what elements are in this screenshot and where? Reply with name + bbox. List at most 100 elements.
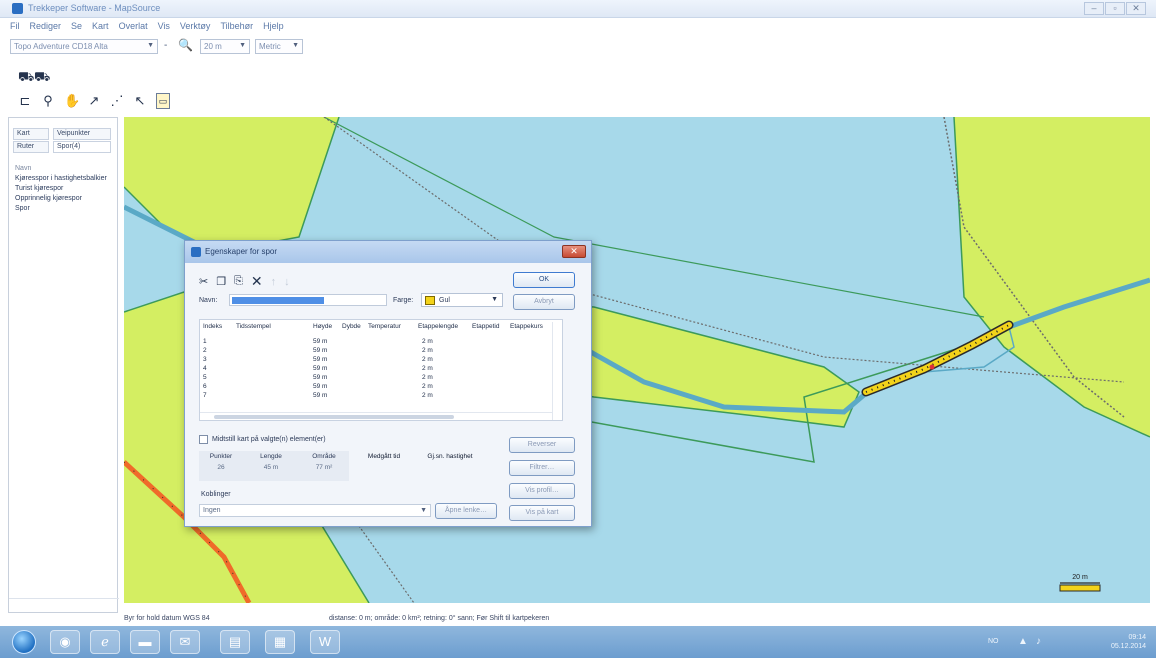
table-horizontal-scrollbar[interactable] (200, 412, 552, 420)
tab-tracks[interactable]: Spor(4) (53, 141, 111, 153)
filter-button[interactable]: Filtrer… (509, 460, 575, 476)
table-vertical-scrollbar[interactable] (552, 322, 561, 420)
zoom-tool-icon[interactable]: ⚲ (41, 94, 55, 108)
receive-from-device-icon[interactable]: ⛟ (18, 70, 34, 84)
language-indicator[interactable]: NO (988, 638, 999, 645)
mapsource-icon[interactable]: ▦ (265, 630, 295, 654)
menu-show[interactable]: Vis (158, 21, 170, 31)
table-row[interactable]: 3 59 m 2 m (200, 356, 540, 365)
panel-horizontal-scrollbar[interactable] (9, 598, 119, 612)
clock[interactable]: 09:14 05.12.2014 (1111, 633, 1146, 651)
menu-help[interactable]: Hjelp (263, 21, 284, 31)
trackpoint-table[interactable]: Indeks Tidsstempel Høyde Dybde Temperatu… (199, 319, 563, 421)
table-row[interactable]: 5 59 m 2 m (200, 374, 540, 383)
reverse-button[interactable]: Reverser (509, 437, 575, 453)
network-icon[interactable]: ▲ (1018, 636, 1028, 647)
table-row[interactable]: 4 59 m 2 m (200, 365, 540, 374)
list-item[interactable]: Opprinnelig kjørespor (15, 194, 115, 204)
tab-routes[interactable]: Ruter (13, 141, 49, 153)
cell-leg-length: 2 m (422, 338, 433, 345)
select-tool-icon[interactable]: ⊏ (18, 94, 32, 108)
track-name-input[interactable] (229, 294, 387, 306)
list-item[interactable]: Spor (15, 204, 115, 214)
column-header-index[interactable]: Indeks (203, 323, 222, 330)
menu-view[interactable]: Se (71, 21, 82, 31)
column-header-leg-length[interactable]: Etappelengde (418, 323, 458, 330)
explorer-icon[interactable]: ▬ (130, 630, 160, 654)
cell-height: 59 m (313, 383, 328, 390)
open-link-button[interactable]: Åpne lenke… (435, 503, 497, 519)
track-tool-icon[interactable]: ⋰ (110, 94, 124, 108)
column-header-temperature[interactable]: Temperatur (368, 323, 401, 330)
show-on-map-button[interactable]: Vis på kart (509, 505, 575, 521)
minimize-button[interactable]: – (1084, 2, 1104, 15)
color-label: Farge: (393, 297, 414, 304)
copy-icon[interactable]: ❐ (216, 275, 226, 288)
points-label: Punkter (209, 453, 233, 460)
show-profile-button[interactable]: Vis profil… (509, 483, 575, 499)
chrome-icon[interactable]: ◉ (50, 630, 80, 654)
delete-icon[interactable]: ✕ (251, 273, 263, 290)
menu-tools[interactable]: Verktøy (180, 21, 211, 31)
cancel-button[interactable]: Avbryt (513, 294, 575, 310)
list-item[interactable]: Turist kjørespor (15, 184, 115, 194)
column-header-leg-course[interactable]: Etappekurs (510, 323, 543, 330)
maximize-button[interactable]: ▫ (1105, 2, 1125, 15)
paste-icon[interactable]: ⎘ (234, 275, 243, 288)
center-map-label: Midtstill kart på valgte(n) element(er) (212, 436, 326, 443)
links-select[interactable]: Ingen ▼ (199, 504, 431, 517)
cut-icon[interactable]: ✂ (199, 275, 208, 288)
word-icon[interactable]: W (310, 630, 340, 654)
mail-icon[interactable]: ✉ (170, 630, 200, 654)
menu-accessories[interactable]: Tilbehør (220, 21, 253, 31)
table-row[interactable]: 7 59 m 2 m (200, 392, 540, 401)
move-up-icon: ↑ (270, 275, 277, 288)
column-header-height[interactable]: Høyde (313, 323, 332, 330)
units-select[interactable]: Metric ▼ (255, 39, 303, 54)
list-header-name[interactable]: Navn (15, 164, 115, 174)
mapsource-app-icon (12, 3, 23, 14)
volume-icon[interactable]: ♪ (1036, 636, 1041, 647)
land-area-right (954, 117, 1150, 437)
dialog-title: Egenskaper for spor (205, 247, 278, 256)
column-header-timestamp[interactable]: Tidsstempel (236, 323, 271, 330)
notes-icon[interactable]: ▤ (220, 630, 250, 654)
table-row[interactable]: 1 59 m 2 m (200, 338, 540, 347)
zoom-level-value: 20 m (204, 42, 222, 51)
measure-tool-icon[interactable]: ▭ (156, 93, 170, 109)
menu-file[interactable]: Fil (10, 21, 20, 31)
hand-tool-icon[interactable]: ✋ (64, 94, 80, 108)
pointer-tool-icon[interactable]: ↖ (133, 94, 147, 108)
cell-index: 4 (203, 365, 207, 372)
tab-waypoints[interactable]: Veipunkter (53, 128, 111, 140)
route-tool-icon[interactable]: ↗ (87, 94, 101, 108)
start-button[interactable] (12, 630, 36, 654)
ok-button[interactable]: OK (513, 272, 575, 288)
send-to-device-icon[interactable]: ⛟ (34, 70, 50, 84)
color-select[interactable]: Gul ▼ (421, 293, 503, 307)
table-row[interactable]: 2 59 m 2 m (200, 347, 540, 356)
column-header-leg-time[interactable]: Etappetid (472, 323, 499, 330)
map-product-select[interactable]: Topo Adventure CD18 Alta ▼ (10, 39, 158, 54)
zoom-in-magnifier-icon[interactable]: 🔍 (178, 38, 193, 52)
mapsource-app-icon (191, 247, 201, 257)
dialog-close-button[interactable]: ✕ (562, 245, 586, 258)
zoom-out-icon[interactable]: - (164, 40, 167, 51)
column-header-depth[interactable]: Dybde (342, 323, 361, 330)
menu-transfer[interactable]: Overlat (119, 21, 148, 31)
cell-height: 59 m (313, 347, 328, 354)
status-bar: Byr for hold datum WGS 84 distanse: 0 m;… (124, 612, 1156, 626)
length-value: 45 m (263, 464, 279, 471)
menu-map[interactable]: Kart (92, 21, 109, 31)
table-row[interactable]: 6 59 m 2 m (200, 383, 540, 392)
menu-edit[interactable]: Rediger (30, 21, 62, 31)
status-datum: Byr for hold datum WGS 84 (124, 615, 210, 622)
zoom-level-select[interactable]: 20 m ▼ (200, 39, 250, 54)
scroll-thumb[interactable] (214, 415, 454, 419)
close-window-button[interactable]: ✕ (1126, 2, 1146, 15)
tab-maps[interactable]: Kart (13, 128, 49, 140)
ie-icon[interactable]: ℯ (90, 630, 120, 654)
center-map-checkbox[interactable] (199, 435, 208, 444)
cell-index: 7 (203, 392, 207, 399)
list-item[interactable]: Kjøresspor i hastighetsbalkier (15, 174, 115, 184)
